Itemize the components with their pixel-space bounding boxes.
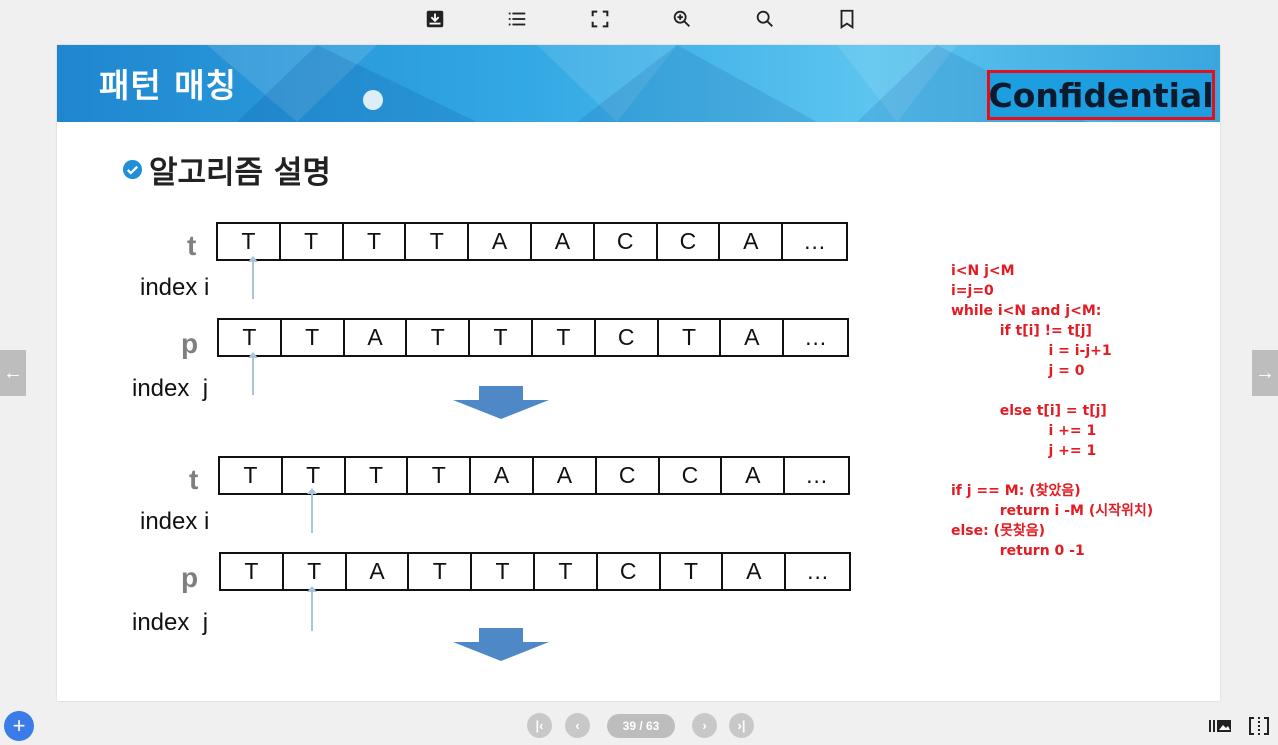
array-cell: … xyxy=(804,324,828,350)
array-cell: T xyxy=(408,458,472,493)
index-j-label: index j xyxy=(132,609,209,636)
array-cell: T xyxy=(659,320,722,355)
code-line: else: (못찾음) xyxy=(951,523,1046,539)
pointer-arrow xyxy=(307,586,317,631)
pointer-arrow xyxy=(248,352,258,395)
code-line: i<N j<M xyxy=(951,263,1015,279)
page-indicator: 39 / 63 xyxy=(607,714,675,738)
code-line: return 0 -1 xyxy=(951,543,1085,559)
check-circle-icon xyxy=(122,159,143,180)
array-cell: T xyxy=(219,320,282,355)
section-heading: 알고리즘 설명 xyxy=(122,147,331,192)
array-cell: … xyxy=(805,462,829,488)
array-cell: T xyxy=(221,554,284,589)
array-cell: T xyxy=(409,554,473,589)
code-line: else t[i] = t[j] xyxy=(951,403,1107,419)
thumbnail-view-icon[interactable] xyxy=(1207,715,1233,737)
array-cell: T xyxy=(470,320,533,355)
index-i-label: index i xyxy=(140,274,210,301)
code-line: if t[i] != t[j] xyxy=(951,323,1092,339)
next-slide-button[interactable]: → xyxy=(1252,350,1278,396)
slide-banner: 패턴 매칭 Confidential xyxy=(57,45,1220,122)
array-cell: T xyxy=(220,458,283,493)
code-line: if j == M: (찾았음) xyxy=(951,483,1081,499)
down-arrow-icon xyxy=(453,386,549,419)
array-cell: T xyxy=(472,554,535,589)
array-cell: T xyxy=(281,224,344,259)
index-j-label: index j xyxy=(132,375,209,402)
zoom-in-icon[interactable] xyxy=(669,6,695,32)
list-icon[interactable] xyxy=(504,6,530,32)
array-cell: C xyxy=(595,224,658,259)
t-label: t xyxy=(189,464,199,495)
text-array: T T T T A A C C A… xyxy=(216,222,848,261)
array-cell: T xyxy=(661,554,724,589)
pointer-arrow xyxy=(307,488,317,533)
array-cell: C xyxy=(660,458,723,493)
array-cell: T xyxy=(535,554,598,589)
prev-slide-button[interactable]: ← xyxy=(0,350,26,396)
array-cell: A xyxy=(534,458,597,493)
array-cell: T xyxy=(407,320,471,355)
array-cell: T xyxy=(344,224,407,259)
array-cell: A xyxy=(722,458,786,493)
array-cell: A xyxy=(345,320,408,355)
search-icon[interactable] xyxy=(752,6,778,32)
code-line: return i -M (시작위치) xyxy=(951,503,1154,519)
array-cell: … xyxy=(803,228,827,254)
top-toolbar xyxy=(0,0,1278,40)
add-button[interactable]: + xyxy=(4,711,34,741)
bookmark-icon[interactable] xyxy=(834,6,860,32)
array-cell: T xyxy=(346,458,409,493)
slide-title: 패턴 매칭 xyxy=(99,66,237,105)
array-cell: A xyxy=(471,458,534,493)
code-line: i = i-j+1 xyxy=(951,343,1112,359)
section-title: 알고리즘 설명 xyxy=(149,155,331,191)
down-arrow-icon xyxy=(453,628,549,661)
pattern-array: T T A T T T C T A… xyxy=(217,318,849,357)
code-line: while i<N and j<M: xyxy=(951,303,1102,319)
array-cell: C xyxy=(597,458,660,493)
array-cell: A xyxy=(721,320,785,355)
last-page-button[interactable]: ›| xyxy=(729,713,754,738)
first-page-button[interactable]: |‹ xyxy=(527,713,552,738)
t-label: t xyxy=(187,230,197,261)
array-cell: T xyxy=(533,320,596,355)
array-cell: C xyxy=(596,320,659,355)
p-label: p xyxy=(181,562,199,593)
download-icon[interactable] xyxy=(422,6,448,32)
array-cell: A xyxy=(347,554,410,589)
array-cell: C xyxy=(658,224,721,259)
array-cell: T xyxy=(284,554,347,589)
array-cell: C xyxy=(598,554,661,589)
array-cell: T xyxy=(282,320,345,355)
array-cell: … xyxy=(806,558,830,584)
array-cell: A xyxy=(720,224,784,259)
code-line: i=j=0 xyxy=(951,283,994,299)
code-line: i += 1 xyxy=(951,423,1097,439)
array-cell: T xyxy=(218,224,281,259)
split-view-icon[interactable] xyxy=(1246,715,1272,737)
algorithm-pseudocode: i<N j<M i=j=0 while i<N and j<M: if t[i] !… xyxy=(951,261,1153,561)
next-page-button[interactable]: › xyxy=(692,713,717,738)
code-line: j += 1 xyxy=(951,443,1097,459)
array-cell: T xyxy=(406,224,470,259)
bottom-bar: + |‹ ‹ 39 / 63 › ›| xyxy=(0,705,1278,745)
array-cell: A xyxy=(723,554,787,589)
pointer-arrow xyxy=(248,256,258,299)
array-cell: A xyxy=(469,224,532,259)
p-label: p xyxy=(181,328,199,359)
code-line: j = 0 xyxy=(951,363,1085,379)
prev-page-button[interactable]: ‹ xyxy=(565,713,590,738)
array-cell: A xyxy=(532,224,595,259)
index-i-label: index i xyxy=(140,508,210,535)
slide: 패턴 매칭 Confidential 알고리즘 설명 t T T T T A A C C A… … xyxy=(57,45,1220,701)
confidential-label: Confidential xyxy=(987,70,1215,120)
fullscreen-icon[interactable] xyxy=(587,6,613,32)
